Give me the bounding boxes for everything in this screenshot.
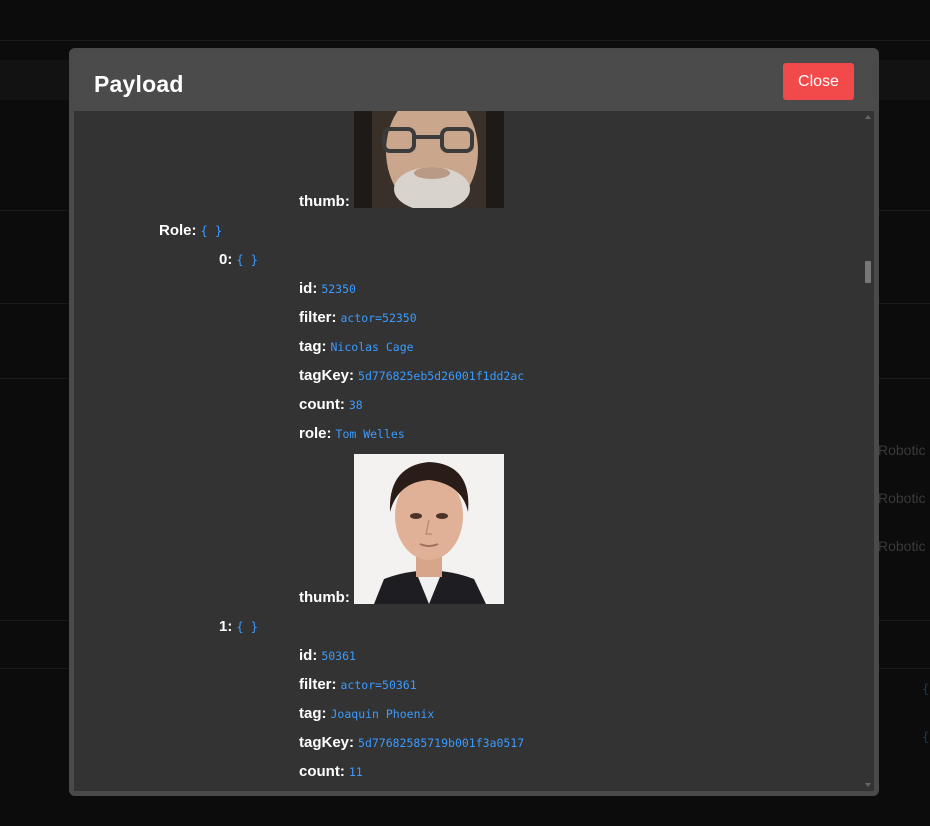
modal-header: Payload Close xyxy=(74,53,874,111)
field-tagkey: tagKey: 5d776825eb5d26001f1dd2ac xyxy=(299,367,524,385)
field-thumb-previous: thumb: xyxy=(299,193,350,211)
field-key: filter: xyxy=(299,309,337,326)
field-value: 11 xyxy=(348,765,363,779)
field-value: 50361 xyxy=(321,649,356,663)
bg-brace: { xyxy=(922,682,930,696)
payload-modal: Payload Close thumb: Role: { } 0: {} id:… xyxy=(69,48,879,796)
field-key: tagKey: xyxy=(299,367,355,384)
field-key: id: xyxy=(299,647,318,664)
field-key: Role: xyxy=(159,222,197,239)
field-key: thumb: xyxy=(299,193,350,210)
object-toggle[interactable]: { } xyxy=(236,620,258,634)
bg-divider xyxy=(0,40,930,41)
object-toggle[interactable]: { } xyxy=(201,224,223,238)
payload-viewer[interactable]: thumb: Role:{ } 0:{ } id: 52350 filter: ac… xyxy=(74,111,874,791)
thumb-image xyxy=(354,454,504,604)
close-button[interactable]: Close xyxy=(783,63,854,100)
field-key: count: xyxy=(299,763,345,780)
field-thumb: thumb: xyxy=(299,589,350,607)
field-value: actor=52350 xyxy=(340,311,417,325)
thumb-image-previous xyxy=(354,111,504,208)
field-key: thumb: xyxy=(299,589,350,606)
bg-row-label: Robotic xyxy=(878,490,926,506)
modal-title: Payload xyxy=(94,71,184,97)
field-key: id: xyxy=(299,280,318,297)
scrollbar-thumb[interactable] xyxy=(865,261,871,283)
field-value: 38 xyxy=(348,398,363,412)
field-id: id: 52350 xyxy=(299,280,356,298)
field-value: Tom Welles xyxy=(335,427,405,441)
field-tagkey: tagKey: 5d77682585719b001f3a0517 xyxy=(299,734,524,752)
field-value: 5d77682585719b001f3a0517 xyxy=(358,736,525,750)
field-key: tag: xyxy=(299,338,327,355)
field-key: tagKey: xyxy=(299,734,355,751)
scroll-up-arrow-icon[interactable] xyxy=(865,115,871,119)
field-value: 5d776825eb5d26001f1dd2ac xyxy=(358,369,525,383)
field-count: count: 11 xyxy=(299,763,363,781)
field-key: role: xyxy=(299,425,332,442)
field-tag: tag: Nicolas Cage xyxy=(299,338,414,356)
field-key: 0: xyxy=(219,251,233,268)
scroll-down-arrow-icon[interactable] xyxy=(865,783,871,787)
vertical-scrollbar[interactable] xyxy=(862,111,874,791)
object-toggle[interactable]: { } xyxy=(236,253,258,267)
field-key: count: xyxy=(299,396,345,413)
field-filter: filter: actor=50361 xyxy=(299,676,417,694)
field-key: 1: xyxy=(219,618,233,635)
field-value: Joaquin Phoenix xyxy=(330,707,435,721)
field-value: Nicolas Cage xyxy=(330,340,414,354)
field-role-object: Role: { } xyxy=(159,222,222,240)
bg-row-label: Robotic xyxy=(878,442,926,458)
field-id: id: 50361 xyxy=(299,647,356,665)
role-item-1: 1:{ } xyxy=(219,618,258,636)
field-filter: filter: actor=52350 xyxy=(299,309,417,327)
field-value: actor=50361 xyxy=(340,678,417,692)
bg-brace: { xyxy=(922,730,930,744)
field-role: role: Tom Welles xyxy=(299,425,405,443)
field-tag: tag: Joaquin Phoenix xyxy=(299,705,434,723)
role-item-0: 0:{ } xyxy=(219,251,258,269)
field-key: filter: xyxy=(299,676,337,693)
field-count: count: 38 xyxy=(299,396,363,414)
field-key: tag: xyxy=(299,705,327,722)
bg-row-label: Robotic xyxy=(878,538,926,554)
field-value: 52350 xyxy=(321,282,356,296)
